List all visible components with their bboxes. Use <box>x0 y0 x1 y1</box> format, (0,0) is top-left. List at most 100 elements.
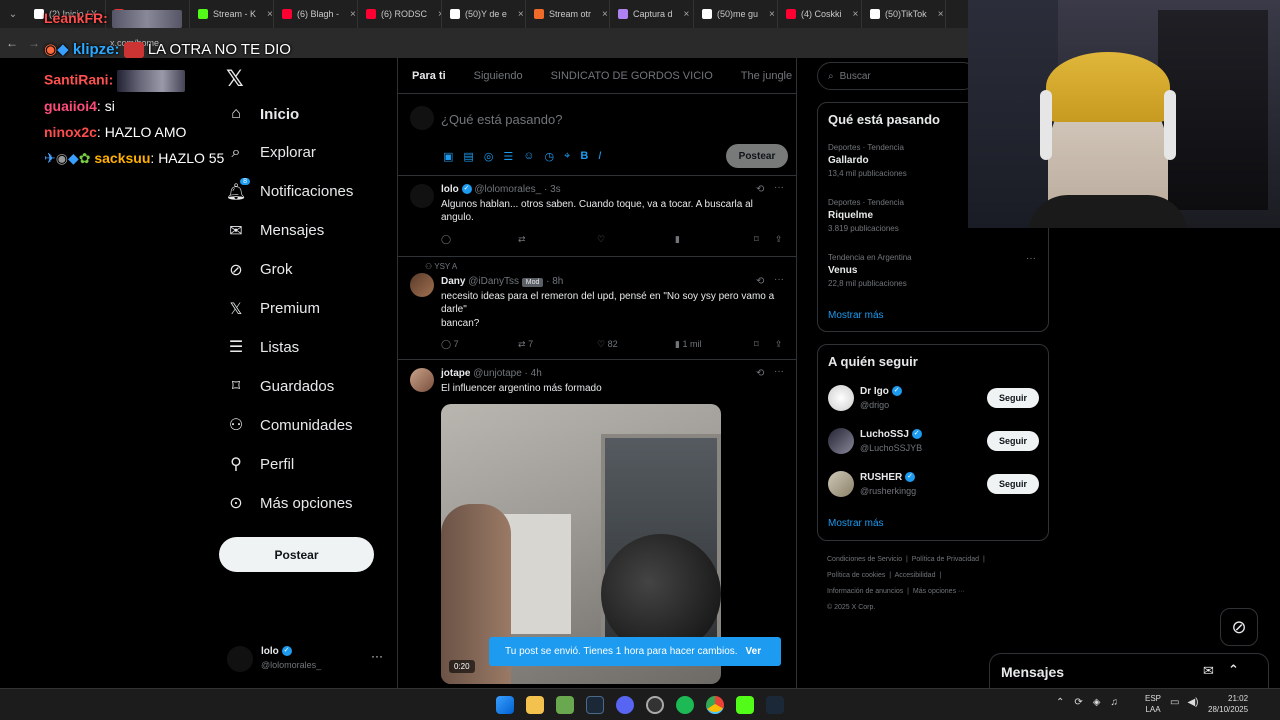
grok-icon[interactable]: ⟲ <box>756 276 764 287</box>
steam-icon[interactable] <box>766 695 784 714</box>
chevron-up-icon[interactable]: ⌃ <box>1056 697 1064 708</box>
italic-icon[interactable]: I <box>598 150 601 163</box>
app-icon[interactable] <box>556 695 574 714</box>
grok-icon[interactable]: ⟲ <box>756 184 764 195</box>
browser-tab[interactable]: Stream - K × <box>190 0 274 28</box>
tweet-author[interactable]: Dany <box>441 276 465 287</box>
follow-suggestion[interactable]: LuchoSSJ ✓ @LuchoSSJYB Seguir <box>828 426 1040 456</box>
browser-tab[interactable]: Stream otr × <box>526 0 610 28</box>
browser-tab[interactable]: Captura d × <box>610 0 694 28</box>
location-icon[interactable]: ⌖ <box>564 150 570 163</box>
reply-icon[interactable]: ◯ <box>441 234 451 245</box>
follow-name[interactable]: Dr Igo <box>860 386 889 397</box>
clock[interactable]: 21:02 28/10/2025 <box>1208 693 1248 715</box>
show-more-trends-link[interactable]: Mostrar más <box>828 310 884 321</box>
follow-button[interactable]: Seguir <box>987 388 1039 408</box>
trend-item[interactable]: Tendencia en Argentina Venus 22,8 mil pu… <box>828 253 912 288</box>
accessibility-link[interactable]: Accesibilidad <box>895 572 936 579</box>
tab-siguiendo[interactable]: Siguiendo <box>460 70 537 82</box>
close-icon[interactable]: × <box>261 9 273 20</box>
follow-button[interactable]: Seguir <box>987 431 1039 451</box>
security-icon[interactable]: ◈ <box>1093 697 1101 708</box>
privacy-link[interactable]: Política de Privacidad <box>912 556 979 563</box>
kick-icon[interactable] <box>736 695 754 714</box>
avatar[interactable] <box>410 273 434 297</box>
close-icon[interactable]: × <box>678 9 690 20</box>
compose-input[interactable]: ¿Qué está pasando? <box>441 112 562 127</box>
ads-info-link[interactable]: Información de anuncios <box>827 588 903 595</box>
tweet-author[interactable]: jotape <box>441 368 470 379</box>
grok-icon[interactable]: ⟲ <box>756 368 764 379</box>
tweet[interactable]: ⚇ YSY A Dany @iDanyTss Mod · 8h ⟲ ··· ne… <box>398 257 796 360</box>
x-logo-icon[interactable]: 𝕏 <box>226 66 244 92</box>
retweet-action[interactable]: ⇄ 7 <box>518 339 533 350</box>
close-icon[interactable]: × <box>512 9 524 20</box>
bookmark-icon[interactable]: ⌑ <box>754 339 759 350</box>
more-icon[interactable]: ··· <box>1026 253 1036 264</box>
sidebar-item-comunidades[interactable]: ⚇ Comunidades <box>226 415 353 435</box>
forward-icon[interactable]: → <box>28 36 40 50</box>
sidebar-item-más-opciones[interactable]: ⊙ Más opciones <box>226 493 352 513</box>
sidebar-item-explorar[interactable]: ⌕ Explorar <box>226 143 316 163</box>
browser-tab[interactable]: (50)Y de e × <box>442 0 526 28</box>
browser-tab[interactable]: (4) Coskki × <box>778 0 862 28</box>
community-name[interactable]: YSY A <box>434 262 457 271</box>
avatar[interactable] <box>828 471 854 497</box>
tab-para-ti[interactable]: Para ti <box>398 70 460 82</box>
obs-icon[interactable] <box>646 695 664 714</box>
share-icon[interactable]: ⇪ <box>775 339 783 350</box>
close-icon[interactable]: × <box>763 9 775 20</box>
image-icon[interactable]: ▣ <box>443 150 453 163</box>
schedule-icon[interactable]: ◷ <box>545 150 555 163</box>
chrome-icon[interactable] <box>706 695 724 714</box>
language-indicator[interactable]: ESP LAA <box>1145 693 1161 715</box>
sidebar-item-mensajes[interactable]: ✉ Mensajes <box>226 221 324 241</box>
follow-name[interactable]: RUSHER <box>860 472 902 483</box>
more-icon[interactable]: ··· <box>774 366 784 377</box>
discord-icon[interactable] <box>616 695 634 714</box>
like-icon[interactable]: ♡ <box>597 234 605 245</box>
avatar[interactable] <box>410 368 434 392</box>
avatar[interactable] <box>828 385 854 411</box>
search-input[interactable]: ⌕ Buscar <box>817 62 977 90</box>
follow-suggestion[interactable]: RUSHER ✓ @rusherkingg Seguir <box>828 469 1040 499</box>
network-icon[interactable]: ▭ <box>1170 697 1179 708</box>
spotify-icon[interactable] <box>676 695 694 714</box>
sidebar-item-grok[interactable]: ⊘ Grok <box>226 260 292 280</box>
steam-icon[interactable] <box>586 695 604 714</box>
back-icon[interactable]: ← <box>6 36 18 50</box>
toast-view-link[interactable]: Ver <box>746 646 762 657</box>
follow-name[interactable]: LuchoSSJ <box>860 429 909 440</box>
tweet[interactable]: lolo ✓ @lolomorales_ · 3s ⟲ ··· Algunos … <box>398 176 796 257</box>
sidebar-item-premium[interactable]: 𝕏 Premium <box>226 299 320 319</box>
poll-icon[interactable]: ☰ <box>503 150 513 163</box>
retweet-icon[interactable]: ⇄ <box>518 234 526 245</box>
browser-tab[interactable]: (50)me gu × <box>694 0 778 28</box>
more-icon[interactable]: ··· <box>774 274 784 285</box>
gif-icon[interactable]: ▤ <box>463 150 473 163</box>
more-options-link[interactable]: Más opciones ··· <box>913 588 965 595</box>
tab-sindicato[interactable]: SINDICATO DE GORDOS VICIO <box>537 70 727 82</box>
views-icon[interactable]: ▮ <box>675 234 680 245</box>
close-icon[interactable]: × <box>432 9 441 20</box>
like-action[interactable]: ♡ 82 <box>597 339 618 350</box>
file-explorer-icon[interactable] <box>526 695 544 714</box>
trend-item[interactable]: Deportes · Tendencia Riquelme 3.819 publ… <box>828 198 904 233</box>
more-icon[interactable]: ··· <box>371 649 383 663</box>
tweet-author[interactable]: lolo <box>441 184 459 195</box>
trend-item[interactable]: Deportes · Tendencia Gallardo 13,4 mil p… <box>828 143 907 178</box>
tweet-handle[interactable]: @unjotape <box>473 368 522 379</box>
messages-drawer[interactable]: Mensajes ✉ ⌃ <box>989 653 1269 689</box>
tweet-handle[interactable]: @lolomorales_ <box>474 184 541 195</box>
sidebar-item-inicio[interactable]: ⌂ Inicio <box>226 104 299 124</box>
sidebar-item-guardados[interactable]: ⌑ Guardados <box>226 376 334 396</box>
tab-list-button[interactable]: ⌄ <box>0 0 26 28</box>
windows-start-icon[interactable] <box>496 695 514 714</box>
grok-icon[interactable]: ◎ <box>484 150 494 163</box>
terms-link[interactable]: Condiciones de Servicio <box>827 556 902 563</box>
tweet-handle[interactable]: @iDanyTss <box>468 276 519 287</box>
share-icon[interactable]: ⇪ <box>775 234 783 245</box>
new-message-icon[interactable]: ✉ <box>1203 663 1214 679</box>
reply-action[interactable]: ◯ 7 <box>441 339 459 350</box>
compose-post-button[interactable]: Postear <box>726 144 788 168</box>
